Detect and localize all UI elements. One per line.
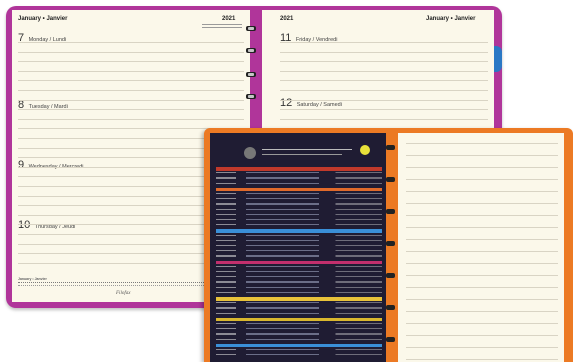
schedule-row	[216, 250, 382, 252]
ruled-line	[406, 215, 558, 216]
schedule-row	[216, 271, 382, 273]
ruled-line	[18, 109, 244, 111]
schedule-photo-page	[210, 133, 386, 362]
ring	[386, 241, 395, 246]
ruled-line	[280, 70, 488, 72]
schedule-row	[216, 245, 382, 247]
ruled-line	[280, 51, 488, 53]
ruled-line	[406, 239, 558, 240]
schedule-row	[216, 338, 382, 340]
ring	[386, 337, 395, 342]
header-text-line	[262, 149, 352, 150]
ring	[246, 48, 256, 53]
schedule-row	[216, 312, 382, 314]
ring	[386, 209, 395, 214]
category-band	[216, 229, 382, 233]
schedule-row	[216, 208, 382, 210]
binder-rings	[380, 133, 410, 362]
ruled-line	[280, 109, 488, 111]
schedule-row	[216, 349, 382, 351]
ruled-line	[406, 155, 558, 156]
ruled-line	[406, 167, 558, 168]
ring	[246, 72, 256, 77]
ruled-lines	[406, 133, 558, 362]
ruled-line	[406, 347, 558, 348]
schedule-row	[216, 323, 382, 325]
schedule-row	[216, 307, 382, 309]
ruled-line	[406, 359, 558, 360]
ruled-line	[406, 311, 558, 312]
ring	[386, 273, 395, 278]
category-band	[216, 167, 382, 171]
category-band	[216, 343, 382, 348]
footer-month: January • Janvier	[18, 277, 47, 281]
ruled-line	[406, 263, 558, 264]
ruled-line	[406, 143, 558, 144]
schedule-row	[216, 354, 382, 356]
sticker-circle	[360, 145, 370, 155]
ruled-line	[280, 42, 488, 43]
ruled-line	[18, 118, 244, 120]
header-text-line	[262, 154, 342, 155]
ring	[386, 177, 395, 182]
ruled-line	[280, 61, 488, 63]
filofax-logo: Filofax	[116, 291, 131, 296]
ruled-line	[18, 61, 244, 63]
schedule-row	[216, 255, 382, 257]
ruled-line	[18, 80, 244, 82]
schedule-row	[216, 265, 382, 267]
schedule-row	[216, 182, 382, 184]
schedule-row	[216, 172, 382, 174]
category-band	[216, 317, 382, 322]
ring	[386, 305, 395, 310]
avatar	[244, 147, 256, 159]
ruled-line	[406, 287, 558, 288]
category-band	[216, 187, 382, 192]
schedule-row	[216, 276, 382, 278]
schedule-row	[216, 198, 382, 200]
ring	[386, 145, 395, 150]
category-band	[216, 297, 382, 301]
ruled-line	[280, 90, 488, 91]
ruled-line	[406, 335, 558, 336]
ring	[246, 26, 256, 31]
ruled-line	[280, 118, 488, 120]
ruled-line	[18, 51, 244, 53]
schedule-row	[216, 203, 382, 205]
schedule-row	[216, 281, 382, 283]
ruled-line	[18, 70, 244, 72]
ruled-line	[406, 323, 558, 324]
ruled-line	[406, 203, 558, 204]
schedule-row	[216, 333, 382, 335]
schedule-list	[216, 167, 382, 359]
schedule-row	[216, 177, 382, 179]
schedule-row	[216, 193, 382, 195]
schedule-row	[216, 302, 382, 304]
ruled-line	[406, 299, 558, 300]
ruled-line	[406, 191, 558, 192]
schedule-row	[216, 328, 382, 330]
ruled-line	[406, 251, 558, 252]
ruled-line	[280, 80, 488, 82]
schedule-row	[216, 286, 382, 288]
ruled-line	[280, 99, 488, 101]
ruled-line	[406, 275, 558, 276]
binder-rings	[240, 0, 270, 130]
ring	[246, 94, 256, 99]
schedule-row	[216, 213, 382, 215]
schedule-row	[216, 219, 382, 221]
ruled-line	[406, 179, 558, 180]
ruled-line	[18, 99, 244, 101]
schedule-row	[216, 239, 382, 241]
ruled-line	[18, 42, 244, 43]
ruled-lines	[280, 10, 488, 140]
ruled-line	[18, 90, 244, 91]
schedule-row	[216, 234, 382, 236]
ruled-line	[406, 227, 558, 228]
blank-lined-page	[398, 133, 564, 362]
category-band	[216, 260, 382, 265]
schedule-row	[216, 291, 382, 293]
schedule-row	[216, 224, 382, 226]
